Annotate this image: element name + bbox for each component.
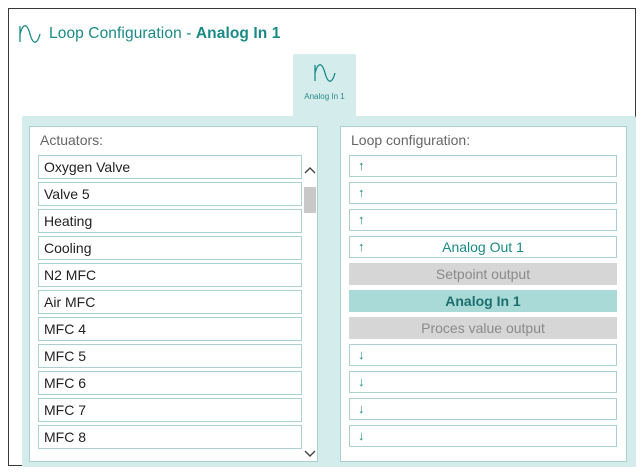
actuators-scrollbar[interactable] xyxy=(303,155,317,461)
actuator-item[interactable]: MFC 6 xyxy=(38,371,302,395)
loop-slot[interactable]: Proces value output xyxy=(349,317,617,339)
sine-wave-icon xyxy=(19,25,41,43)
title-prefix: Loop Configuration - xyxy=(49,25,196,42)
loop-slot-label: Setpoint output xyxy=(435,266,531,282)
loop-slot[interactable]: ↓ xyxy=(349,371,617,393)
loop-config-list: ↑ ↑ ↑ ↑ Analog Out 1 Setpoint output Analog In… xyxy=(349,155,617,452)
header: Loop Configuration - Analog In 1 xyxy=(19,21,281,47)
actuator-item[interactable]: MFC 4 xyxy=(38,317,302,341)
loop-slot[interactable]: ↑ xyxy=(349,209,617,231)
loop-slot[interactable]: ↑ Analog Out 1 xyxy=(349,236,617,258)
loop-slot-label: Analog In 1 xyxy=(445,293,521,309)
actuator-item[interactable]: Air MFC xyxy=(38,290,302,314)
scroll-up-icon[interactable] xyxy=(303,163,317,177)
tab-analog-in-1[interactable]: Analog In 1 xyxy=(293,54,356,116)
arrow-down-icon: ↓ xyxy=(358,401,365,416)
loop-slot[interactable]: ↓ xyxy=(349,398,617,420)
loop-config-title: Loop configuration: xyxy=(351,132,471,148)
actuators-box: Actuators: Oxygen Valve Valve 5 Heating … xyxy=(29,126,318,462)
config-panel: Actuators: Oxygen Valve Valve 5 Heating … xyxy=(22,116,636,467)
loop-slot[interactable]: ↓ xyxy=(349,425,617,447)
sine-wave-icon xyxy=(313,64,336,87)
title-loop-name: Analog In 1 xyxy=(195,25,281,42)
loop-slot-label: Proces value output xyxy=(421,320,545,336)
actuator-item[interactable]: MFC 5 xyxy=(38,344,302,368)
actuator-item[interactable]: Valve 5 xyxy=(38,182,302,206)
actuator-item[interactable]: Heating xyxy=(38,209,302,233)
arrow-down-icon: ↓ xyxy=(358,347,365,362)
scroll-thumb[interactable] xyxy=(304,187,316,213)
window-frame: Loop Configuration - Analog In 1 Analog … xyxy=(8,8,636,467)
loop-slot[interactable]: Setpoint output xyxy=(349,263,617,285)
actuator-item[interactable]: Cooling xyxy=(38,236,302,260)
scroll-down-icon[interactable] xyxy=(303,447,317,461)
loop-config-box: Loop configuration: ↑ ↑ ↑ ↑ Analog Out 1 Setp… xyxy=(340,126,627,462)
actuators-list: Oxygen Valve Valve 5 Heating Cooling N2 … xyxy=(38,155,302,461)
arrow-down-icon: ↓ xyxy=(358,428,365,443)
arrow-up-icon: ↑ xyxy=(358,212,365,227)
arrow-up-icon: ↑ xyxy=(358,158,365,173)
loop-slot[interactable]: Analog In 1 xyxy=(349,290,617,312)
arrow-up-icon: ↑ xyxy=(358,185,365,200)
actuator-item[interactable]: MFC 7 xyxy=(38,398,302,422)
loop-slot[interactable]: ↓ xyxy=(349,344,617,366)
actuator-item[interactable]: MFC 8 xyxy=(38,425,302,449)
tab-label: Analog In 1 xyxy=(304,92,345,101)
actuator-item[interactable]: N2 MFC xyxy=(38,263,302,287)
loop-slot[interactable]: ↑ xyxy=(349,182,617,204)
loop-slot[interactable]: ↑ xyxy=(349,155,617,177)
actuator-item[interactable]: Oxygen Valve xyxy=(38,155,302,179)
loop-slot-label: Analog Out 1 xyxy=(442,239,524,255)
arrow-down-icon: ↓ xyxy=(358,374,365,389)
page-title: Loop Configuration - Analog In 1 xyxy=(49,25,281,43)
actuators-title: Actuators: xyxy=(40,132,104,148)
